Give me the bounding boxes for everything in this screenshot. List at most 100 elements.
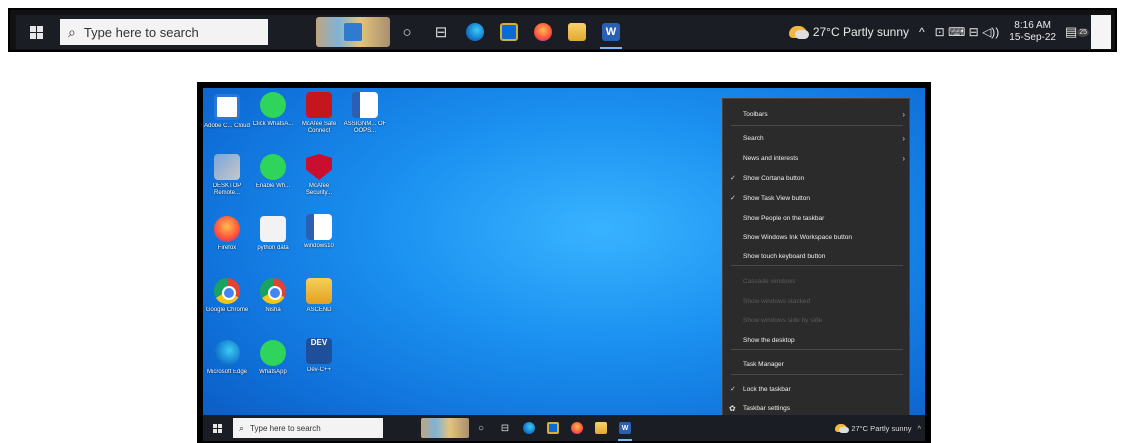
weather-text[interactable]: 27°C Partly sunny: [813, 25, 909, 39]
clock[interactable]: 8:16 AM 15-Sep-22: [1009, 20, 1056, 44]
menu-item-label: Toolbars: [743, 110, 768, 118]
menu-item-show-task-view-button[interactable]: ✓ Show Task View button: [723, 189, 911, 207]
windows-logo-icon: [29, 25, 43, 39]
system-tray: 27°C Partly sunny ^ ⊡ ⌨ ⊟ ◁)) 8:16 AM 15…: [788, 15, 1096, 49]
taskbar-edge[interactable]: [458, 15, 492, 49]
menu-separator: [731, 349, 903, 350]
active-indicator: [618, 439, 632, 441]
word-icon: W: [602, 23, 620, 41]
mcafee-lock-icon: [306, 92, 332, 118]
task-view-icon: ⊟: [500, 422, 510, 434]
desktop-icon-click-whatsapp[interactable]: Click WhatsA...: [251, 92, 295, 128]
desktop-icon-dev-cpp[interactable]: DEV Dev-C++: [297, 338, 341, 374]
inner-weather-text[interactable]: 27°C Partly sunny: [851, 424, 911, 433]
notification-badge: 25: [1077, 27, 1090, 37]
inner-taskbar-word[interactable]: W: [613, 415, 637, 441]
desktop-icon-windows10[interactable]: windows10: [297, 214, 341, 250]
cortana-icon: ○: [402, 23, 412, 41]
edge-icon: [466, 23, 484, 41]
menu-item-toolbars[interactable]: Toolbars ›: [723, 105, 911, 123]
cortana-icon: ○: [477, 422, 485, 434]
taskbar-store[interactable]: [492, 15, 526, 49]
desktop-icon-ascend[interactable]: ASCEND: [297, 278, 341, 314]
top-taskbar: ⌕ Type here to search ○ ⊟ W 27°C Partly …: [16, 15, 1096, 49]
menu-item-show-the-desktop[interactable]: Show the desktop: [723, 331, 911, 349]
show-desktop-button[interactable]: [1091, 15, 1111, 49]
cortana-button[interactable]: ○: [390, 15, 424, 49]
inner-taskbar-firefox[interactable]: [565, 415, 589, 441]
menu-item-show-touch-keyboard-button[interactable]: Show touch keyboard button: [723, 247, 911, 265]
notification-center-button[interactable]: ▤ 25: [1064, 21, 1090, 43]
menu-item-show-people-on-the-taskbar[interactable]: Show People on the taskbar: [723, 209, 911, 227]
desktop-wallpaper: Adobe C... Cloud Click WhatsA... McAfee …: [203, 88, 925, 441]
search-box[interactable]: ⌕ Type here to search: [60, 19, 268, 45]
inner-search-highlight-image[interactable]: [421, 418, 469, 438]
inner-task-view-button[interactable]: ⊟: [493, 415, 517, 441]
menu-item-label: Show touch keyboard button: [743, 252, 826, 260]
weather-icon[interactable]: [835, 424, 850, 433]
menu-item-label: Show Windows Ink Workspace button: [743, 233, 852, 241]
taskbar-file-explorer[interactable]: [560, 15, 594, 49]
menu-item-label: Show Task View button: [743, 194, 810, 202]
weather-icon[interactable]: [788, 26, 809, 39]
desktop-icon-adobe-cloud[interactable]: Adobe C... Cloud: [204, 94, 250, 130]
show-hidden-icons-chevron-icon[interactable]: ^: [919, 25, 925, 39]
checkmark-icon: ✓: [730, 175, 736, 182]
menu-item-label: Show windows stacked: [743, 297, 811, 305]
tray-icons[interactable]: ⊡ ⌨ ⊟ ◁)): [935, 25, 1000, 39]
word-icon: W: [619, 422, 631, 434]
inner-taskbar-edge[interactable]: [517, 415, 541, 441]
desktop-icon-desktop-remote[interactable]: DESKTOP Remote...: [205, 154, 249, 197]
firefox-icon: [534, 23, 552, 41]
menu-item-search[interactable]: Search ›: [723, 129, 911, 147]
show-hidden-icons-chevron-icon[interactable]: ^: [917, 424, 921, 433]
checkmark-icon: ✓: [730, 386, 736, 393]
inner-taskbar-store[interactable]: [541, 415, 565, 441]
desktop-icon-python-data[interactable]: python data: [251, 216, 295, 252]
desktop-icon-nisha[interactable]: Nisha: [251, 278, 295, 314]
taskbar-context-menu: Toolbars › Search › News and interests › ✓ Show…: [722, 98, 910, 425]
menu-item-label: Cascade windows: [743, 277, 796, 285]
firefox-icon: [214, 216, 240, 242]
clock-date: 15-Sep-22: [1009, 32, 1056, 43]
chevron-right-icon: ›: [902, 109, 905, 119]
task-view-button[interactable]: ⊟: [424, 15, 458, 49]
desktop-icon-enable-whatsapp[interactable]: Enable Wh...: [251, 154, 295, 190]
edge-icon: [214, 340, 240, 366]
desktop-icon-whatsapp[interactable]: WhatsApp: [251, 340, 295, 376]
start-button[interactable]: [16, 15, 56, 49]
search-icon: ⌕: [239, 422, 245, 433]
inner-cortana-button[interactable]: ○: [469, 415, 493, 441]
inner-search-placeholder: Type here to search: [250, 423, 321, 433]
desktop-icon-mcafee-safe-connect[interactable]: McAfee Safe Connect: [297, 92, 341, 135]
desktop-icon-assignment[interactable]: ASSIGNM... OF OOPS...: [343, 92, 387, 135]
desktop-icon-microsoft-edge[interactable]: Microsoft Edge: [205, 340, 249, 376]
gear-icon: ✿: [729, 403, 736, 413]
notification-icon: ▤: [1064, 24, 1078, 39]
book-icon: [306, 278, 332, 304]
taskbar-word[interactable]: W: [594, 15, 628, 49]
menu-item-lock-the-taskbar[interactable]: ✓ Lock the taskbar: [723, 380, 911, 398]
menu-item-show-windows-stacked: Show windows stacked: [723, 292, 911, 310]
search-highlight-image[interactable]: [316, 17, 390, 47]
desktop-icon-firefox[interactable]: Firefox: [205, 216, 249, 252]
desktop-icon-mcafee-security[interactable]: McAfee Security...: [297, 154, 341, 197]
menu-item-show-windows-ink-workspace-button[interactable]: Show Windows Ink Workspace button: [723, 228, 911, 246]
inner-taskbar-file-explorer[interactable]: [589, 415, 613, 441]
inner-search-box[interactable]: ⌕ Type here to search: [233, 418, 383, 438]
desktop-screenshot-frame: Adobe C... Cloud Click WhatsA... McAfee …: [197, 82, 931, 443]
whatsapp-icon: [260, 154, 286, 180]
chrome-icon: [260, 278, 286, 304]
desktop-icon-google-chrome[interactable]: Google Chrome: [205, 278, 249, 314]
firefox-icon: [571, 422, 583, 434]
text-file-icon: [260, 216, 286, 242]
menu-item-show-cortana-button[interactable]: ✓ Show Cortana button: [723, 169, 911, 187]
checkmark-icon: ✓: [730, 195, 736, 202]
menu-item-label: Show People on the taskbar: [743, 214, 825, 222]
inner-start-button[interactable]: [203, 415, 231, 441]
menu-item-task-manager[interactable]: Task Manager: [723, 355, 911, 373]
menu-item-news-and-interests[interactable]: News and interests ›: [723, 149, 911, 167]
search-placeholder: Type here to search: [83, 24, 199, 40]
top-taskbar-frame: ⌕ Type here to search ○ ⊟ W 27°C Partly …: [8, 8, 1117, 52]
taskbar-firefox[interactable]: [526, 15, 560, 49]
